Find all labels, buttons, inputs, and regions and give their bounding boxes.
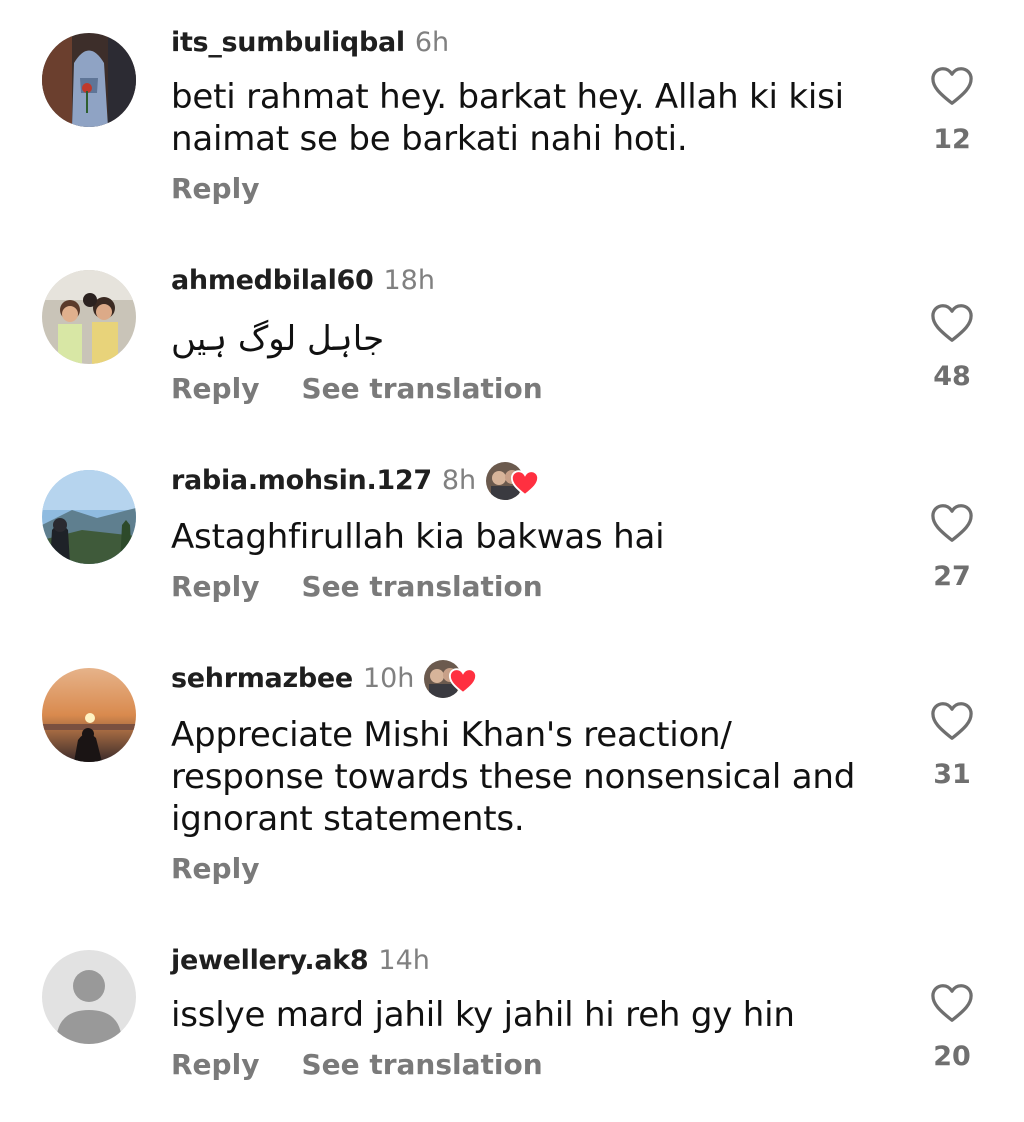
see-translation-button[interactable]: See translation (301, 1048, 542, 1081)
reply-button[interactable]: Reply (171, 372, 259, 405)
avatar-children-photo (42, 270, 136, 364)
comment-meta: rabia.mohsin.127 8h (171, 460, 540, 502)
username[interactable]: ahmedbilal60 (171, 265, 374, 296)
comment-meta: its_sumbuliqbal 6h (171, 25, 449, 59)
avatar[interactable] (42, 270, 136, 364)
comment-meta: sehrmazbee 10h (171, 658, 478, 700)
like-control: 12 (924, 66, 980, 155)
comment-text: isslye mard jahil ky jahil hi reh gy hin (171, 995, 795, 1035)
avatar-sunset-silhouette-photo (42, 668, 136, 762)
comment-actions: Reply (171, 172, 259, 205)
like-count: 27 (933, 561, 971, 592)
username[interactable]: its_sumbuliqbal (171, 27, 405, 58)
reply-button[interactable]: Reply (171, 570, 259, 603)
avatar[interactable] (42, 33, 136, 127)
liked-by-creator-badge (484, 460, 540, 502)
like-count: 20 (933, 1041, 971, 1072)
reply-button[interactable]: Reply (171, 1048, 259, 1081)
like-control: 31 (924, 701, 980, 790)
heart-outline-icon[interactable] (930, 701, 974, 741)
avatar-veiled-person-photo (42, 33, 136, 127)
reply-button[interactable]: Reply (171, 172, 259, 205)
comment-text: beti rahmat hey. barkat hey. Allah ki ki… (171, 77, 844, 159)
like-control: 27 (924, 503, 980, 592)
liked-by-creator-badge (422, 658, 478, 700)
username[interactable]: sehrmazbee (171, 663, 353, 694)
heart-outline-icon[interactable] (930, 983, 974, 1023)
like-count: 12 (933, 124, 971, 155)
reply-button[interactable]: Reply (171, 852, 259, 885)
default-avatar-icon (42, 950, 136, 1044)
like-control: 20 (924, 983, 980, 1072)
comment-meta: jewellery.ak8 14h (171, 943, 430, 977)
username[interactable]: rabia.mohsin.127 (171, 465, 432, 496)
username[interactable]: jewellery.ak8 (171, 945, 369, 976)
comment-actions: Reply See translation (171, 570, 543, 603)
see-translation-button[interactable]: See translation (301, 570, 542, 603)
comment-actions: Reply (171, 852, 259, 885)
comment-text: جاہل لوگ ہیں (171, 319, 385, 359)
avatar-mountain-landscape-photo (42, 470, 136, 564)
timestamp: 10h (362, 662, 415, 694)
avatar[interactable] (42, 950, 136, 1044)
timestamp: 6h (414, 26, 450, 58)
like-count: 31 (933, 759, 971, 790)
heart-filled-icon (511, 470, 540, 497)
comment-actions: Reply See translation (171, 372, 543, 405)
timestamp: 14h (378, 944, 430, 976)
heart-filled-icon (449, 668, 478, 695)
avatar[interactable] (42, 668, 136, 762)
heart-outline-icon[interactable] (930, 66, 974, 106)
timestamp: 8h (441, 464, 477, 496)
comment-actions: Reply See translation (171, 1048, 543, 1081)
like-count: 48 (933, 361, 971, 392)
heart-outline-icon[interactable] (930, 303, 974, 343)
comment-text: Appreciate Mishi Khan's reaction/ respon… (171, 715, 856, 839)
comment-text: Astaghfirullah kia bakwas hai (171, 517, 665, 557)
see-translation-button[interactable]: See translation (301, 372, 542, 405)
timestamp: 18h (383, 264, 435, 296)
heart-outline-icon[interactable] (930, 503, 974, 543)
comment-meta: ahmedbilal60 18h (171, 263, 435, 297)
like-control: 48 (924, 303, 980, 392)
avatar[interactable] (42, 470, 136, 564)
